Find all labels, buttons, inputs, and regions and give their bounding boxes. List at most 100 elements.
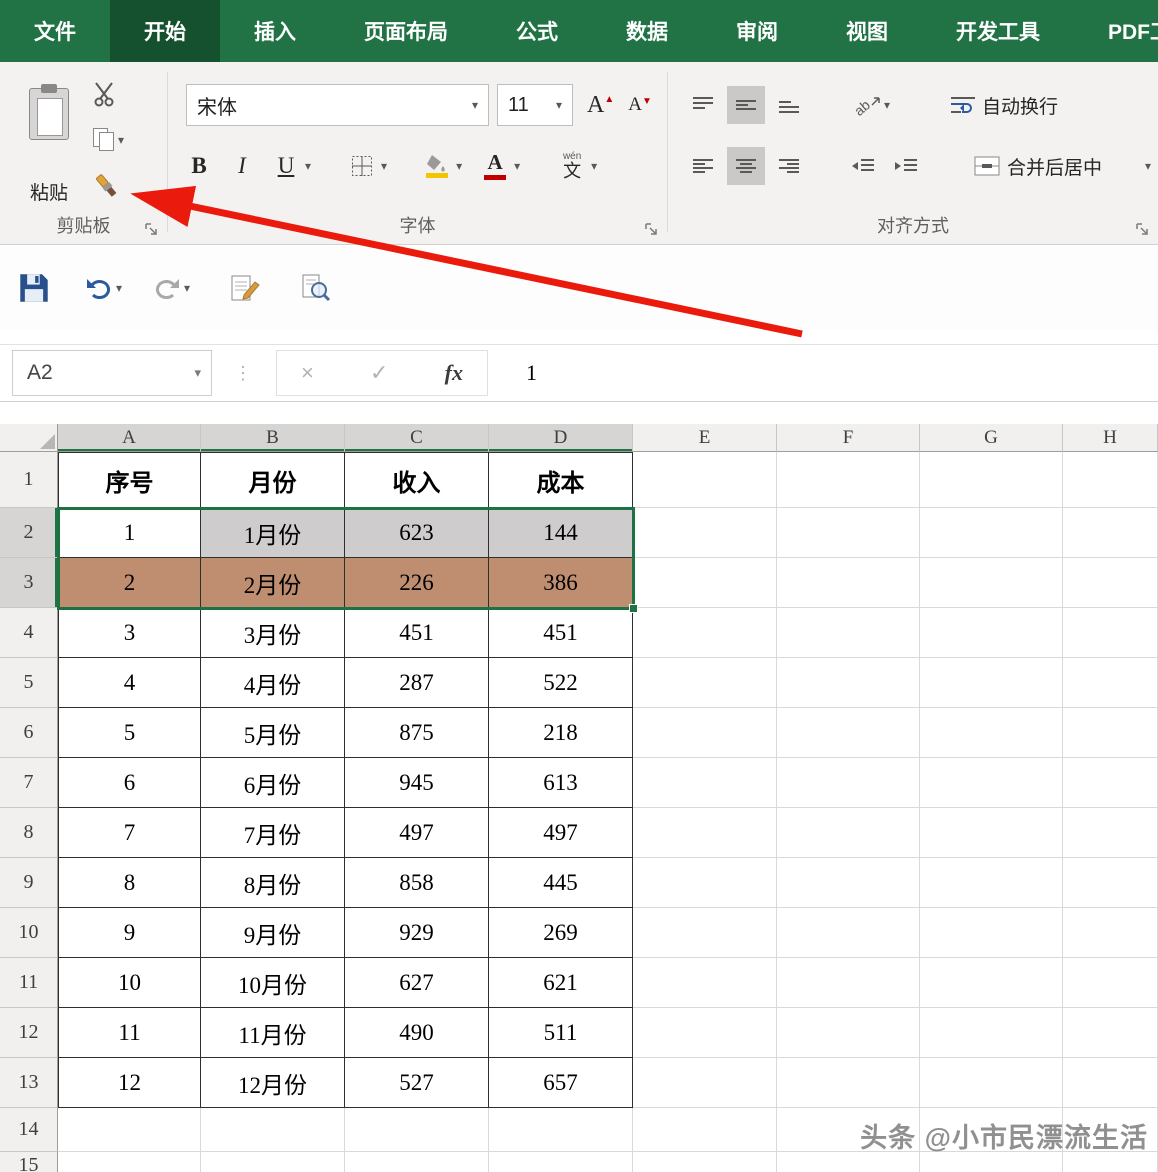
cell-D1[interactable]: 成本 — [489, 452, 633, 508]
cell-B13[interactable]: 12月份 — [201, 1058, 345, 1108]
font-color-button[interactable]: A — [478, 146, 512, 186]
save-button[interactable] — [18, 272, 50, 304]
cell-A3[interactable]: 2 — [58, 558, 201, 608]
cell-H8[interactable] — [1063, 808, 1158, 858]
cell-F6[interactable] — [777, 708, 920, 758]
cell-E2[interactable] — [633, 508, 777, 558]
cell-A5[interactable]: 4 — [58, 658, 201, 708]
cell-B11[interactable]: 10月份 — [201, 958, 345, 1008]
cell-F12[interactable] — [777, 1008, 920, 1058]
cell-C2[interactable]: 623 — [345, 508, 489, 558]
cell-H1[interactable] — [1063, 452, 1158, 508]
cell-A10[interactable]: 9 — [58, 908, 201, 958]
column-header-H[interactable]: H — [1063, 424, 1158, 452]
redo-dropdown-icon[interactable]: ▾ — [184, 281, 190, 295]
cell-D3[interactable]: 386 — [489, 558, 633, 608]
cell-F2[interactable] — [777, 508, 920, 558]
cell-F15[interactable] — [777, 1152, 920, 1172]
cell-A2[interactable]: 1 — [58, 508, 201, 558]
cell-C14[interactable] — [345, 1108, 489, 1152]
cell-H5[interactable] — [1063, 658, 1158, 708]
ribbon-tab-file[interactable]: 文件 — [0, 0, 110, 62]
column-header-C[interactable]: C — [345, 424, 489, 452]
ribbon-tab-data[interactable]: 数据 — [592, 0, 702, 62]
row-header-14[interactable]: 14 — [0, 1108, 58, 1152]
copy-button[interactable]: ▾ — [92, 120, 124, 160]
cell-G15[interactable] — [920, 1152, 1063, 1172]
cell-F9[interactable] — [777, 858, 920, 908]
ribbon-tab-pdf-tools[interactable]: PDF工 — [1074, 0, 1158, 62]
ribbon-tab-insert[interactable]: 插入 — [220, 0, 330, 62]
cell-C15[interactable] — [345, 1152, 489, 1172]
cell-D9[interactable]: 445 — [489, 858, 633, 908]
cell-C5[interactable]: 287 — [345, 658, 489, 708]
font-size-dropdown-icon[interactable]: ▾ — [556, 98, 562, 112]
align-top-button[interactable] — [684, 86, 722, 124]
increase-font-button[interactable]: A ▲ — [587, 92, 614, 119]
cell-B14[interactable] — [201, 1108, 345, 1152]
cell-E7[interactable] — [633, 758, 777, 808]
cell-D7[interactable]: 613 — [489, 758, 633, 808]
cell-C13[interactable]: 527 — [345, 1058, 489, 1108]
row-header-12[interactable]: 12 — [0, 1008, 58, 1058]
cell-G5[interactable] — [920, 658, 1063, 708]
cell-B3[interactable]: 2月份 — [201, 558, 345, 608]
increase-indent-button[interactable] — [887, 147, 925, 185]
cell-G4[interactable] — [920, 608, 1063, 658]
redo-button[interactable]: ▾ — [152, 275, 190, 301]
orientation-dropdown-icon[interactable]: ▾ — [884, 98, 890, 112]
ribbon-tab-review[interactable]: 审阅 — [702, 0, 812, 62]
cell-E3[interactable] — [633, 558, 777, 608]
cell-C10[interactable]: 929 — [345, 908, 489, 958]
row-header-11[interactable]: 11 — [0, 958, 58, 1008]
cell-E11[interactable] — [633, 958, 777, 1008]
align-middle-button[interactable] — [727, 86, 765, 124]
cell-D10[interactable]: 269 — [489, 908, 633, 958]
row-header-1[interactable]: 1 — [0, 452, 58, 508]
row-header-2[interactable]: 2 — [0, 508, 58, 558]
cell-A12[interactable]: 11 — [58, 1008, 201, 1058]
cell-C4[interactable]: 451 — [345, 608, 489, 658]
phonetic-dropdown-icon[interactable]: ▾ — [591, 159, 597, 173]
cell-H11[interactable] — [1063, 958, 1158, 1008]
font-size-combo[interactable]: 11 ▾ — [497, 84, 573, 126]
cell-C8[interactable]: 497 — [345, 808, 489, 858]
borders-dropdown-icon[interactable]: ▾ — [381, 159, 387, 173]
cell-B9[interactable]: 8月份 — [201, 858, 345, 908]
cell-F10[interactable] — [777, 908, 920, 958]
column-header-A[interactable]: A — [58, 424, 201, 452]
cell-B5[interactable]: 4月份 — [201, 658, 345, 708]
cell-B8[interactable]: 7月份 — [201, 808, 345, 858]
cell-D13[interactable]: 657 — [489, 1058, 633, 1108]
cell-C12[interactable]: 490 — [345, 1008, 489, 1058]
cell-C11[interactable]: 627 — [345, 958, 489, 1008]
cell-E14[interactable] — [633, 1108, 777, 1152]
cell-D5[interactable]: 522 — [489, 658, 633, 708]
cell-D4[interactable]: 451 — [489, 608, 633, 658]
cell-F7[interactable] — [777, 758, 920, 808]
font-name-combo[interactable]: 宋体 ▾ — [186, 84, 489, 126]
row-header-9[interactable]: 9 — [0, 858, 58, 908]
column-header-E[interactable]: E — [633, 424, 777, 452]
decrease-indent-button[interactable] — [844, 147, 882, 185]
cell-A13[interactable]: 12 — [58, 1058, 201, 1108]
cell-E9[interactable] — [633, 858, 777, 908]
cell-F5[interactable] — [777, 658, 920, 708]
name-box-dropdown-icon[interactable]: ▾ — [194, 365, 201, 381]
cell-E4[interactable] — [633, 608, 777, 658]
insert-function-icon[interactable]: fx — [445, 360, 463, 386]
cell-C1[interactable]: 收入 — [345, 452, 489, 508]
cell-A9[interactable]: 8 — [58, 858, 201, 908]
cell-E15[interactable] — [633, 1152, 777, 1172]
select-all-corner[interactable] — [0, 424, 58, 452]
formula-input[interactable]: 1 — [488, 350, 1158, 396]
cell-F4[interactable] — [777, 608, 920, 658]
cell-F3[interactable] — [777, 558, 920, 608]
cell-B7[interactable]: 6月份 — [201, 758, 345, 808]
cell-B10[interactable]: 9月份 — [201, 908, 345, 958]
cell-G9[interactable] — [920, 858, 1063, 908]
undo-dropdown-icon[interactable]: ▾ — [116, 281, 122, 295]
cell-H7[interactable] — [1063, 758, 1158, 808]
enter-icon[interactable]: ✓ — [370, 360, 388, 386]
cell-B12[interactable]: 11月份 — [201, 1008, 345, 1058]
